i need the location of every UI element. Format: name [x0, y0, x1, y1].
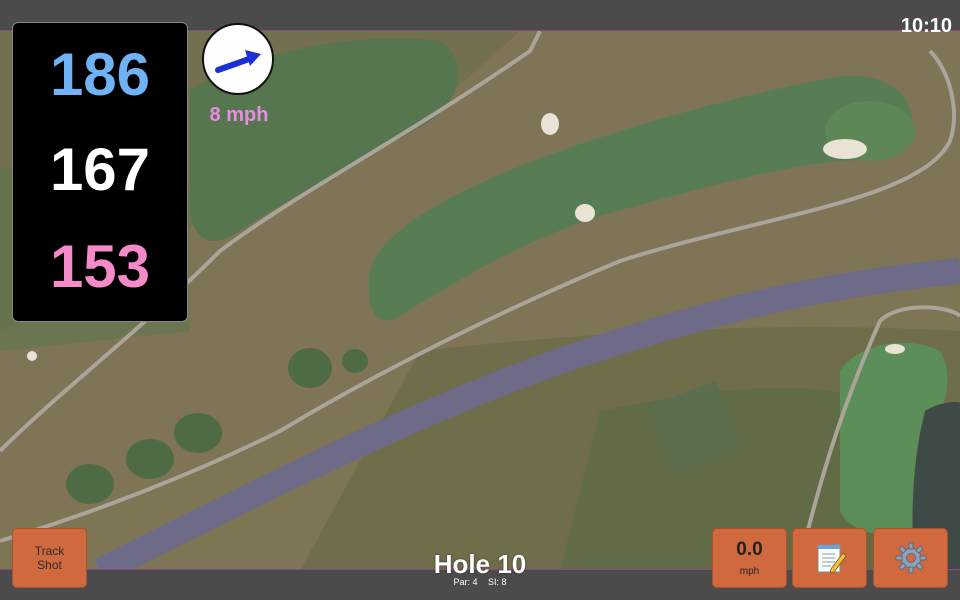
distance-panel: 186 167 153: [12, 22, 188, 322]
track-shot-label-line2: Shot: [37, 558, 62, 572]
hole-title: Hole 10: [433, 549, 527, 579]
hole-meta: Par: 4 SI: 8: [380, 577, 580, 587]
wind-direction-arrow-icon: [215, 50, 261, 73]
middle-distance: 167: [49, 136, 151, 203]
hole-par: Par: 4: [453, 577, 478, 587]
settings-button[interactable]: [873, 528, 948, 588]
track-shot-button[interactable]: Track Shot: [12, 528, 87, 588]
speed-button[interactable]: 0.0 mph: [712, 528, 787, 588]
speed-unit: mph: [739, 566, 760, 577]
track-shot-label-line1: Track: [34, 544, 65, 558]
hole-stroke-index: SI: 8: [488, 577, 507, 587]
notepad-icon: [817, 544, 847, 574]
speed-value: 0.0: [736, 539, 763, 560]
back-distance: 186: [49, 41, 151, 108]
wind-speed-label: 8 mph: [209, 104, 269, 126]
clock-time: 10:10: [900, 15, 952, 37]
front-distance: 153: [49, 233, 151, 300]
wind-direction-dial: [202, 23, 274, 95]
notes-button[interactable]: [792, 528, 867, 588]
gear-icon: [895, 542, 926, 574]
